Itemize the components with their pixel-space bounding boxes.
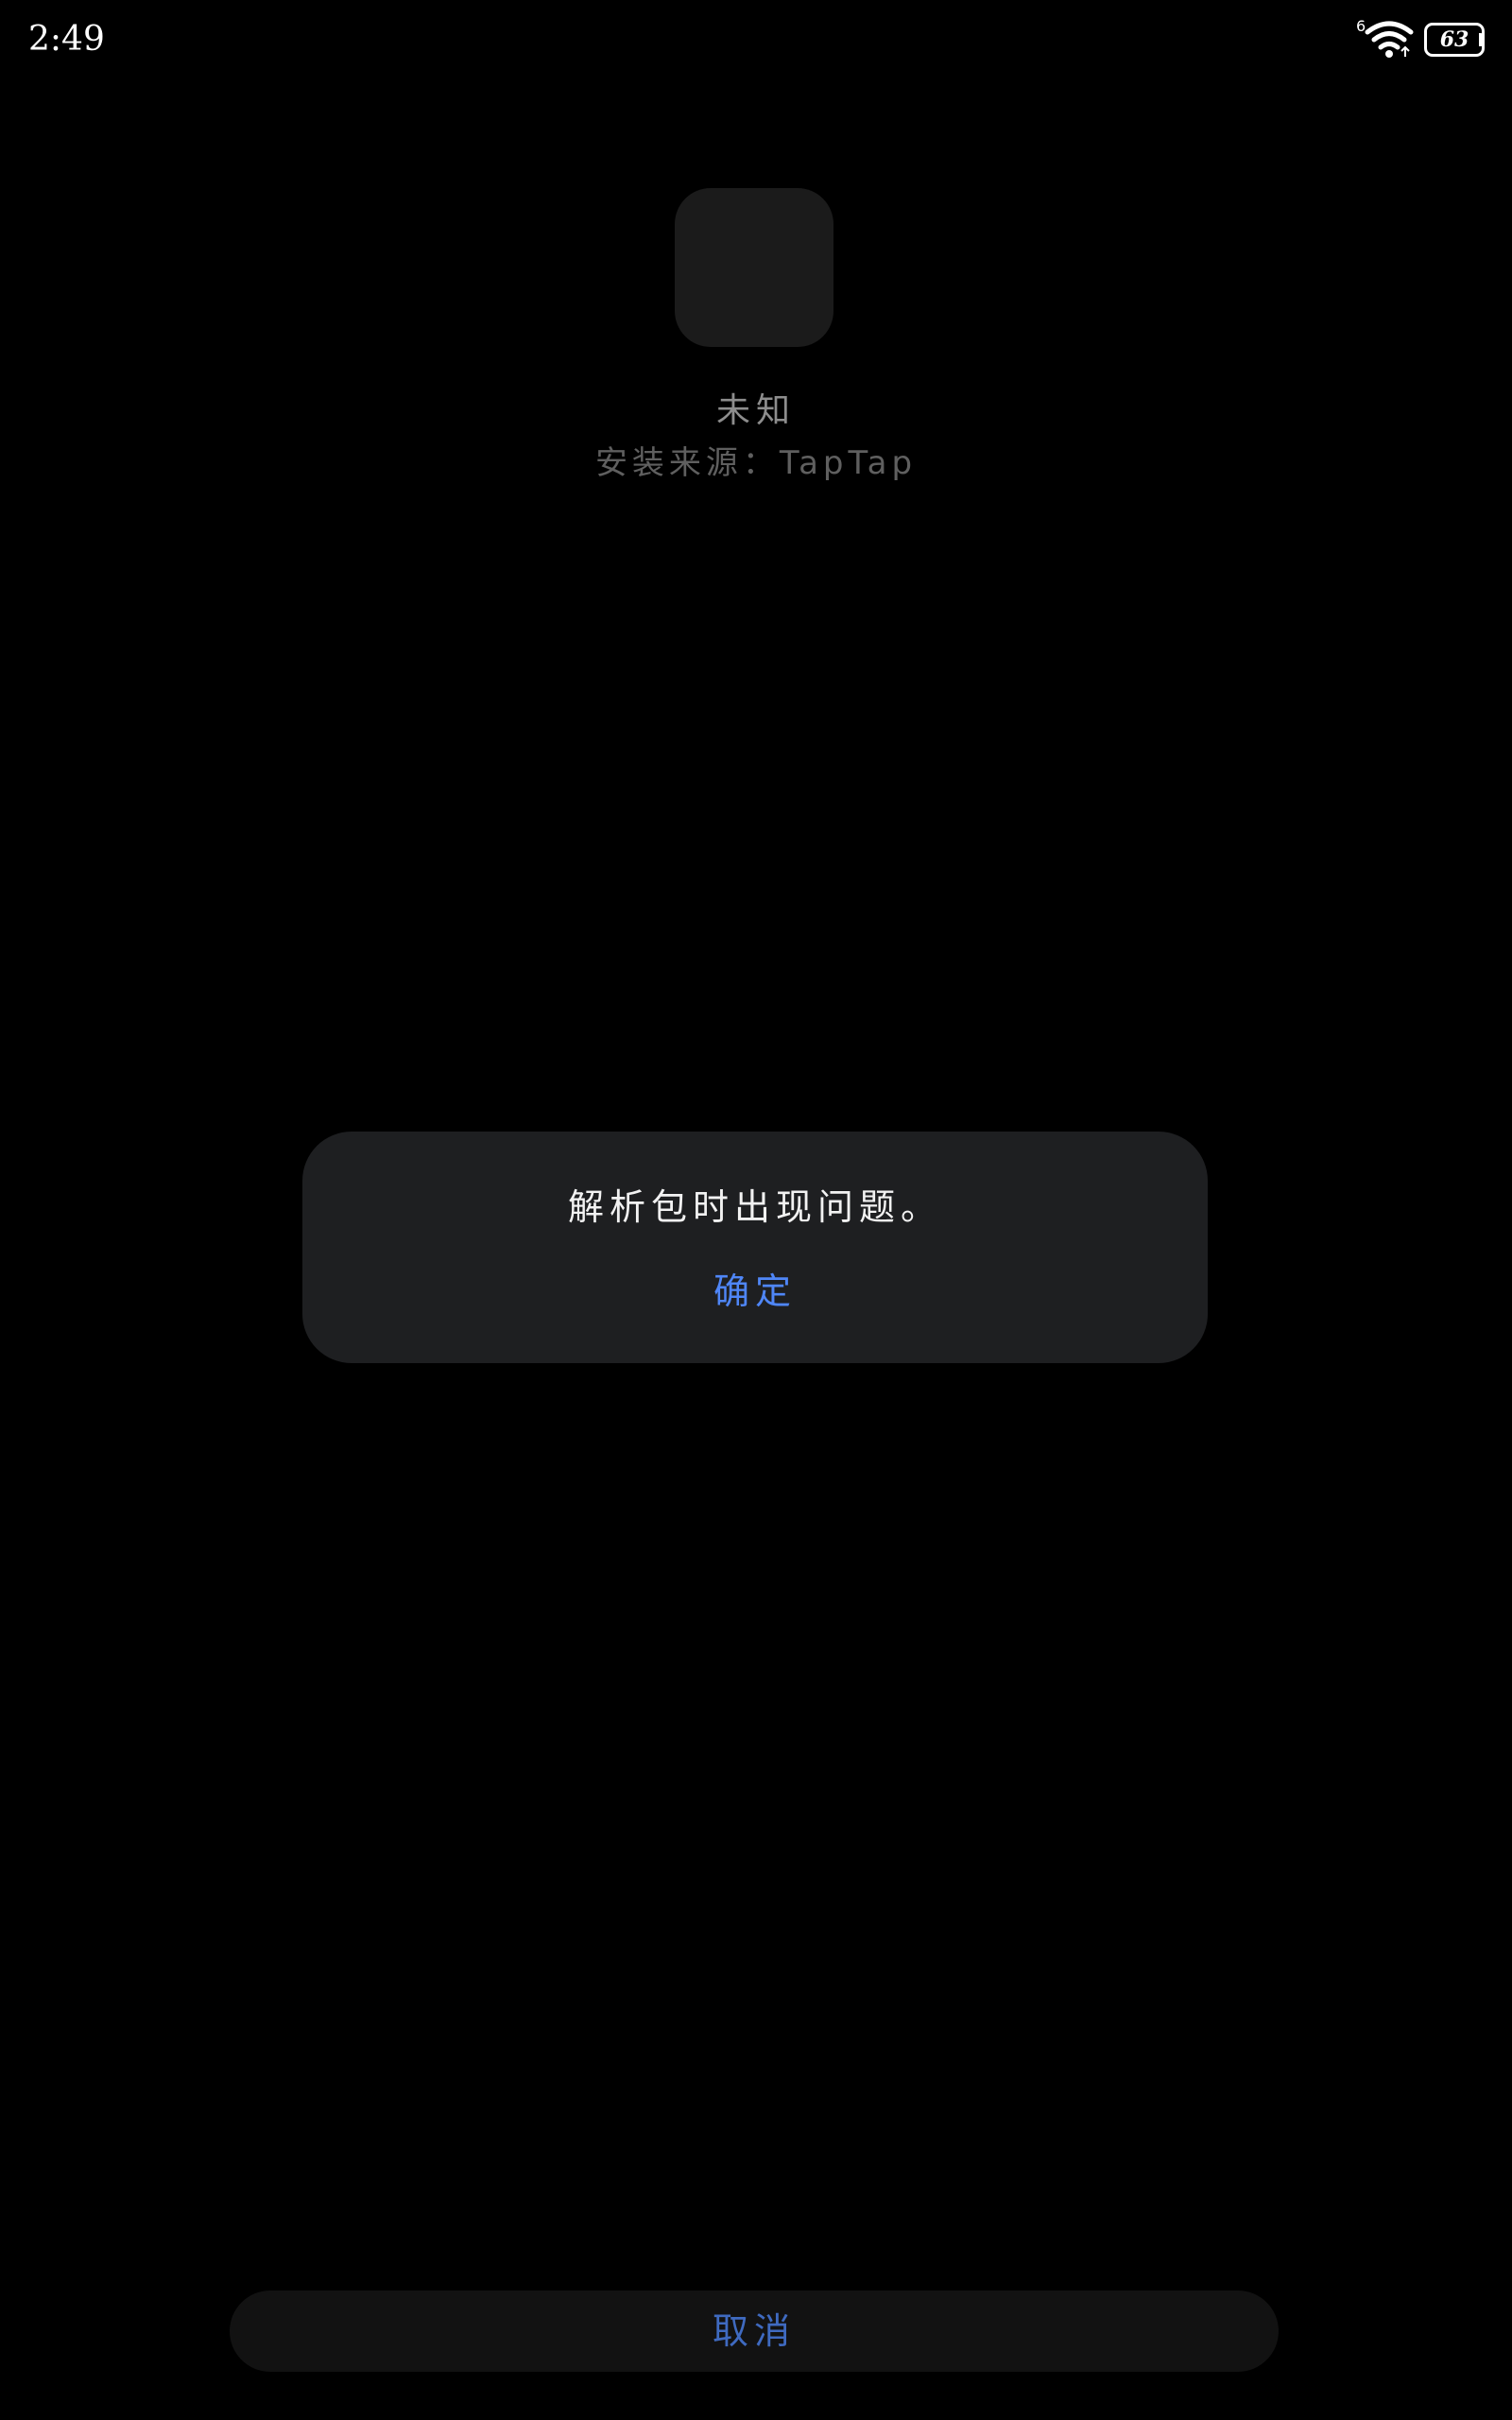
cancel-button[interactable]: 取消 bbox=[230, 2290, 1279, 2372]
status-time: 2:49 bbox=[28, 20, 105, 59]
screen: 2:49 6 63 未知 安装来源：TapTap 解析包时出现问题。 确定 取消 bbox=[0, 0, 1512, 2420]
battery-level: 63 bbox=[1424, 23, 1485, 57]
app-name: 未知 bbox=[715, 391, 796, 430]
confirm-button[interactable]: 确定 bbox=[614, 1258, 896, 1324]
wifi-label: 6 bbox=[1356, 17, 1366, 35]
app-icon bbox=[675, 188, 833, 347]
dialog-message: 解析包时出现问题。 bbox=[567, 1186, 942, 1228]
error-dialog: 解析包时出现问题。 确定 bbox=[302, 1132, 1208, 1363]
wifi-icon: 6 bbox=[1356, 17, 1415, 60]
install-source: 安装来源：TapTap bbox=[594, 444, 918, 482]
status-icons: 6 63 bbox=[1356, 17, 1485, 62]
battery-icon: 63 bbox=[1424, 23, 1485, 57]
